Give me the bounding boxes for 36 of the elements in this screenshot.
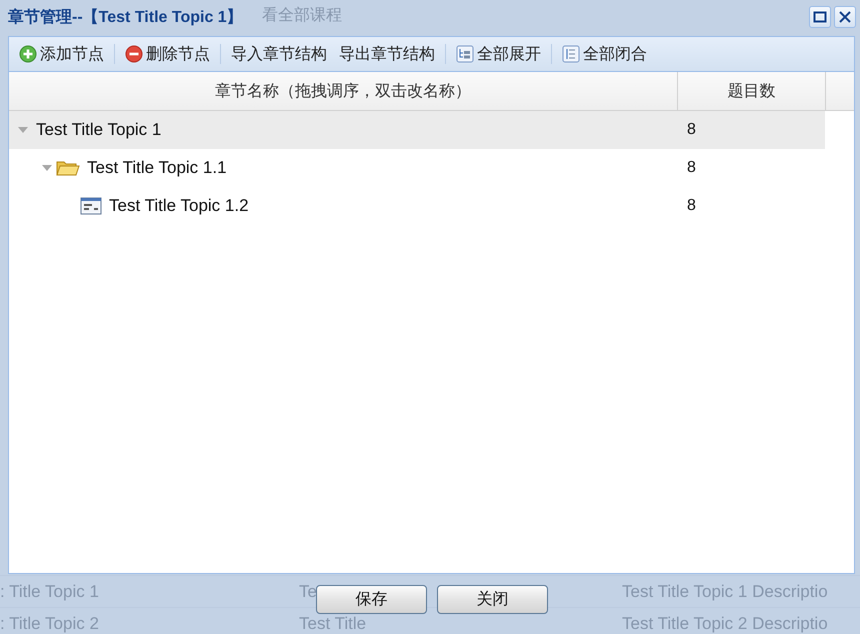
maximize-icon: [813, 11, 827, 23]
folder-icon: [56, 159, 80, 177]
add-icon: [19, 45, 37, 63]
background-table-cell: Test Title Topic 1 Descriptio: [622, 582, 828, 602]
toolbar-button[interactable]: 全部闭合: [558, 42, 651, 66]
tree-row[interactable]: Test Title Topic 1 8: [9, 111, 825, 149]
tree-node-label: Test Title Topic 1.2: [109, 196, 249, 216]
tree-icon: [456, 45, 474, 63]
close-icon: [839, 11, 851, 23]
tree-node-label: Test Title Topic 1: [36, 120, 162, 140]
close-button[interactable]: [834, 6, 856, 28]
count-cell-text: 8: [686, 197, 696, 215]
maximize-button[interactable]: [809, 6, 831, 28]
column-header[interactable]: 题目数: [678, 72, 826, 110]
list-icon: [562, 45, 580, 63]
background-table-cell: Test Title: [299, 614, 366, 634]
toolbar-button[interactable]: 全部展开: [452, 42, 545, 66]
toolbar-button[interactable]: 删除节点: [121, 42, 214, 66]
background-table-cell: Test Title Topic 2 Descriptio: [622, 614, 828, 634]
count-cell-text: 8: [686, 121, 696, 139]
toolbar-button[interactable]: 导入章节结构: [227, 42, 331, 66]
tree-node-label: Test Title Topic 1.1: [87, 158, 227, 178]
background-table-cell: : Title Topic 2: [0, 614, 99, 634]
tree-row[interactable]: Test Title Topic 1.2 8: [9, 187, 825, 225]
background-table-cell: : Title Topic 1: [0, 582, 99, 602]
dialog-button[interactable]: 保存: [316, 585, 427, 614]
dialog-button[interactable]: 关闭: [437, 585, 548, 614]
background-table-cell: Te: [299, 582, 317, 602]
column-header[interactable]: 章节名称（拖拽调序，双击改名称）: [9, 72, 678, 110]
toolbar-button[interactable]: 导出章节结构: [335, 42, 439, 66]
toolbar-button[interactable]: 添加节点: [15, 42, 108, 66]
remove-icon: [125, 45, 143, 63]
document-icon: [80, 197, 102, 215]
tree-row[interactable]: Test Title Topic 1.1 8: [9, 149, 825, 187]
window-title: 章节管理--【Test Title Topic 1】: [8, 7, 243, 28]
count-cell-text: 8: [686, 159, 696, 177]
